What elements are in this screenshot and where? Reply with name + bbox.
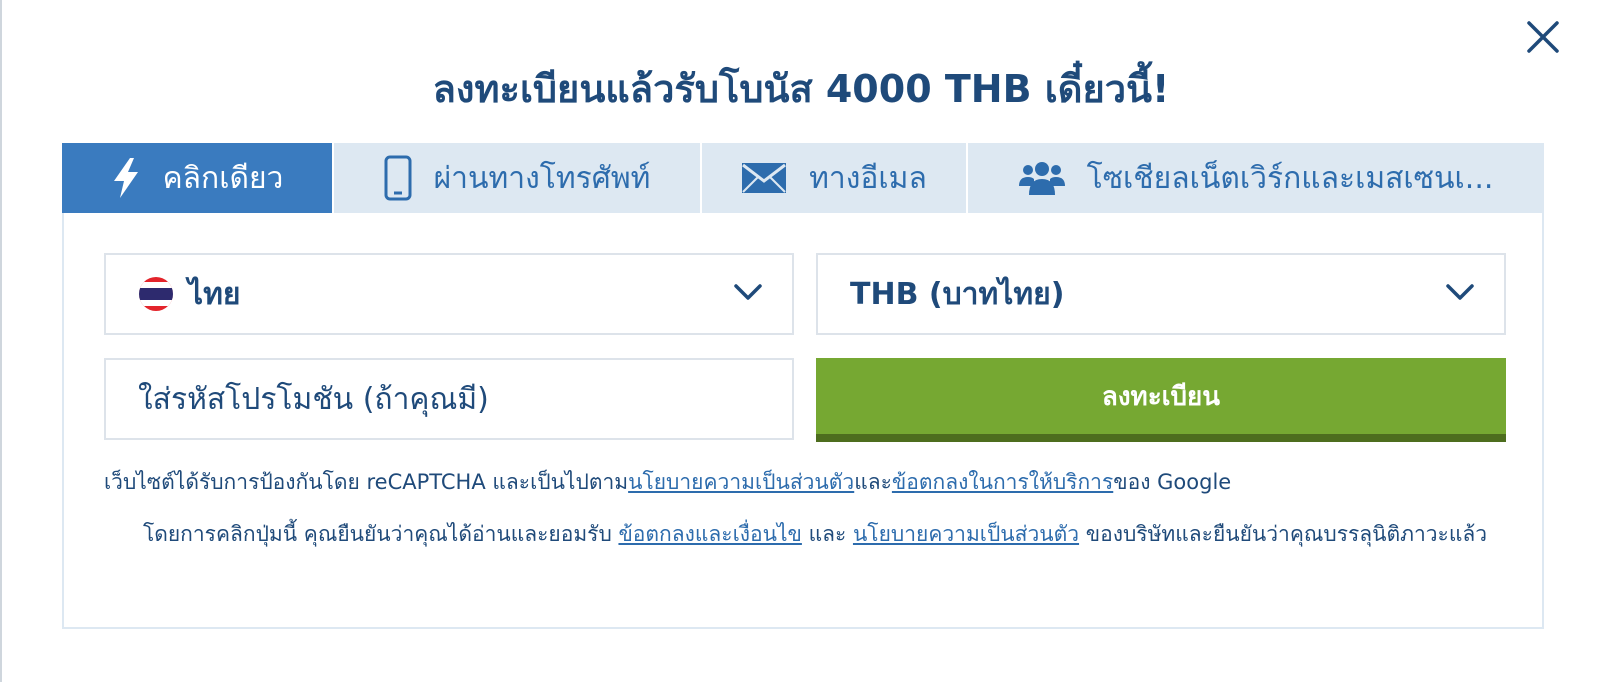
- modal-title: ลงทะเบียนแล้วรับโบนัส 4000 THB เดี๋ยวนี้…: [432, 67, 1170, 111]
- recaptcha-terms-link[interactable]: ข้อตกลงในการให้บริการ: [892, 470, 1113, 494]
- terms-suffix: ของบริษัทและยืนยันว่าคุณบรรลุนิติภาวะแล้…: [1079, 522, 1488, 546]
- tab-label: ทางอีเมล: [809, 160, 927, 196]
- terms-privacy-link[interactable]: นโยบายความเป็นส่วนตัว: [853, 522, 1079, 546]
- recaptcha-notice: เว็บไซต์ได้รับการป้องกันโดย reCAPTCHA แล…: [104, 466, 1524, 499]
- chevron-down-icon: [734, 284, 762, 300]
- promo-code-input[interactable]: [104, 358, 794, 440]
- country-select[interactable]: ไทย: [104, 253, 794, 335]
- currency-select[interactable]: THB (บาทไทย): [816, 253, 1506, 335]
- terms-conditions-link[interactable]: ข้อตกลงและเงื่อนไข: [618, 522, 801, 546]
- recaptcha-middle: และ: [854, 470, 892, 494]
- tab-one-click[interactable]: คลิกเดียว: [62, 143, 334, 213]
- envelope-icon: [742, 163, 787, 193]
- terms-notice: โดยการคลิกปุ่มนี้ คุณยืนยันว่าคุณได้อ่าน…: [120, 518, 1510, 550]
- phone-icon: [384, 155, 412, 201]
- tab-label: คลิกเดียว: [162, 160, 284, 196]
- terms-middle: และ: [801, 522, 853, 546]
- thailand-flag-icon: [139, 277, 173, 311]
- tab-label: โซเชียลเน็ตเวิร์กและเมสเซนเ...: [1086, 160, 1494, 196]
- close-icon: [1527, 21, 1559, 53]
- recaptcha-privacy-link[interactable]: นโยบายความเป็นส่วนตัว: [628, 470, 854, 494]
- users-icon: [1018, 162, 1065, 195]
- tab-label: ผ่านทางโทรศัพท์: [433, 160, 651, 196]
- country-value: ไทย: [188, 276, 241, 312]
- terms-prefix: โดยการคลิกปุ่มนี้ คุณยืนยันว่าคุณได้อ่าน…: [142, 522, 619, 546]
- tab-email[interactable]: ทางอีเมล: [702, 143, 968, 213]
- register-button[interactable]: ลงทะเบียน: [816, 358, 1506, 442]
- tab-social[interactable]: โซเชียลเน็ตเวิร์กและเมสเซนเ...: [968, 143, 1544, 213]
- currency-value: THB (บาทไทย): [850, 276, 1065, 312]
- tab-phone[interactable]: ผ่านทางโทรศัพท์: [334, 143, 702, 213]
- lightning-icon: [113, 158, 138, 198]
- chevron-down-icon: [1446, 284, 1474, 300]
- recaptcha-prefix: เว็บไซต์ได้รับการป้องกันโดย reCAPTCHA แล…: [104, 470, 629, 494]
- close-button[interactable]: [1524, 18, 1562, 56]
- registration-tabs: คลิกเดียว ผ่านทางโทรศัพท์ ทางอีเมล โซเชี…: [62, 143, 1544, 213]
- recaptcha-suffix: ของ Google: [1113, 470, 1232, 494]
